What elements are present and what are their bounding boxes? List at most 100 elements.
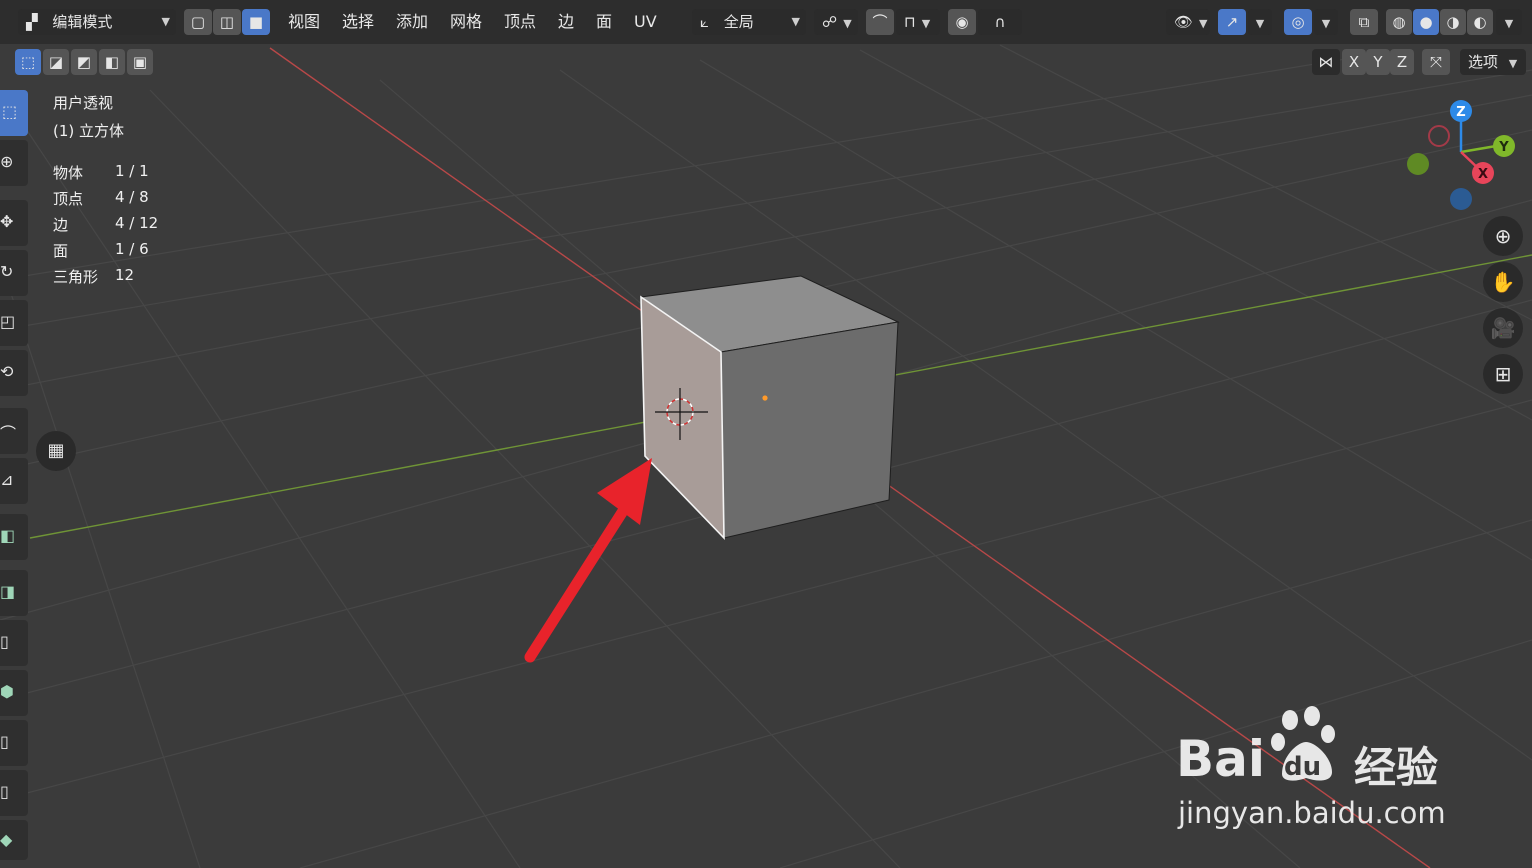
stat-label: 物体 (53, 164, 84, 182)
extrude-tool[interactable]: ◨ (0, 570, 28, 616)
stat-label: 面 (53, 242, 69, 260)
select-invert-mode-button[interactable]: ◧ (99, 49, 125, 75)
stat-row: 边 4 / 12 (53, 214, 158, 235)
chevron-down-icon: ▼ (791, 15, 800, 28)
rotate-tool[interactable]: ↻ (0, 250, 28, 296)
hand-icon: ✋ (1490, 270, 1516, 294)
mirror-z-button[interactable]: Z (1390, 49, 1414, 75)
gizmo-y-label: Y (1498, 140, 1509, 155)
transform-icon: ⟲ (0, 362, 14, 381)
knife-tool[interactable]: ▯ (0, 770, 28, 816)
gizmo-x-label: X (1478, 167, 1488, 182)
chevron-down-icon: ▼ (1321, 17, 1331, 30)
blender-window: ▞ 编辑模式 ▼ ▢ ◫ ■ 视图 选择 添加 网格 顶点 边 面 UV ⟀ 全… (0, 0, 1532, 868)
select-extend-mode-button[interactable]: ◪ (43, 49, 69, 75)
snap-toggle[interactable]: ⌒ (866, 9, 894, 35)
orientation-label: 全局 (723, 13, 754, 31)
select-box-icon: ⬚ (2, 102, 18, 121)
watermark-bai: Bai (1176, 730, 1265, 788)
select-box-tool[interactable]: ⬚ (0, 90, 28, 136)
checker-icon: ▦ (47, 440, 65, 461)
menu-uv[interactable]: UV (634, 9, 657, 35)
annotate-tool[interactable]: ⌒ (0, 408, 28, 454)
visibility-dropdown[interactable]: 👁 ▼ (1166, 9, 1210, 35)
menu-view[interactable]: 视图 (288, 9, 320, 35)
move-tool[interactable]: ✥ (0, 200, 28, 246)
gizmo-dropdown[interactable]: ▼ (1248, 9, 1272, 35)
select-new-mode-button[interactable]: ⬚ (15, 49, 41, 75)
overlays-dropdown[interactable]: ▼ (1314, 9, 1338, 35)
watermark-url: jingyan.baidu.com (1178, 796, 1446, 830)
stat-label: 顶点 (53, 190, 84, 208)
select-intersect-mode-button[interactable]: ▣ (127, 49, 153, 75)
mirror-icon[interactable]: ⋈ (1312, 49, 1340, 75)
bevel-tool[interactable]: ⬢ (0, 670, 28, 716)
stat-value: 4 / 8 (115, 188, 149, 206)
snap-target-dropdown[interactable]: ⊓ ▼ (896, 9, 940, 35)
navigation-gizmo[interactable]: Z Y X (1396, 92, 1526, 217)
zoom-button[interactable]: ⊕ (1483, 216, 1523, 256)
menu-select[interactable]: 选择 (342, 9, 374, 35)
falloff-dropdown[interactable]: ∩ (978, 9, 1022, 35)
mirror-y-button[interactable]: Y (1366, 49, 1390, 75)
measure-tool[interactable]: ⊿ (0, 458, 28, 504)
mode-selector[interactable]: ▞ 编辑模式 ▼ (18, 9, 176, 35)
perspective-toggle-button[interactable]: ⊞ (1483, 354, 1523, 394)
options-dropdown[interactable]: 选项 ▼ (1460, 49, 1526, 75)
loop-cut-tool[interactable]: ▯ (0, 720, 28, 766)
face-select-button[interactable]: ■ (242, 9, 270, 35)
transform-orientation-dropdown[interactable]: ⟀ 全局 ▼ (692, 9, 806, 35)
scale-tool[interactable]: ◰ (0, 300, 28, 346)
gizmo-toggle[interactable]: ↗ (1218, 9, 1246, 35)
select-subtract-mode-button[interactable]: ◩ (71, 49, 97, 75)
chevron-down-icon: ▼ (161, 15, 170, 28)
watermark-du: du (1284, 752, 1322, 782)
mirror-x-button[interactable]: X (1342, 49, 1366, 75)
grid-perspective-icon: ⊞ (1494, 362, 1512, 386)
menu-mesh[interactable]: 网格 (450, 9, 482, 35)
menu-add[interactable]: 添加 (396, 9, 428, 35)
proportional-edit-toggle[interactable]: ◉ (948, 9, 976, 35)
stat-value: 1 / 6 (115, 240, 149, 258)
menu-edge[interactable]: 边 (558, 9, 574, 35)
camera-icon: 🎥 (1490, 316, 1516, 340)
pan-button[interactable]: ✋ (1483, 262, 1523, 302)
xray-toggle[interactable]: ⧉ (1350, 9, 1378, 35)
stat-row: 三角形 12 (53, 266, 134, 287)
poly-build-icon: ◆ (0, 830, 13, 849)
transform-tool[interactable]: ⟲ (0, 350, 28, 396)
measure-icon: ⊿ (0, 470, 14, 489)
poly-build-tool[interactable]: ◆ (0, 820, 28, 860)
gizmo-neg-y (1407, 153, 1429, 175)
overlays-toggle[interactable]: ◎ (1284, 9, 1312, 35)
pivot-point-dropdown[interactable]: ☍ ▼ (814, 9, 858, 35)
move-icon: ✥ (0, 212, 14, 231)
view-name: 用户透视 (53, 94, 114, 112)
vertex-select-button[interactable]: ▢ (184, 9, 212, 35)
camera-view-button[interactable]: 🎥 (1483, 308, 1523, 348)
menu-face[interactable]: 面 (596, 9, 612, 35)
origin-dot (762, 395, 768, 401)
inset-tool[interactable]: ▯ (0, 620, 28, 666)
topology-mirror-icon[interactable]: ⤧ (1422, 49, 1450, 75)
object-name: (1) 立方体 (53, 122, 125, 140)
chevron-down-icon: ▼ (921, 17, 931, 30)
checker-toggle-button[interactable]: ▦ (36, 431, 76, 471)
wireframe-shading-button[interactable]: ◍ (1386, 9, 1412, 35)
loop-cut-icon: ▯ (0, 732, 9, 751)
menu-vertex[interactable]: 顶点 (504, 9, 536, 35)
stat-row: 物体 1 / 1 (53, 162, 149, 183)
edge-select-button[interactable]: ◫ (213, 9, 241, 35)
watermark-jingyan: 经验 (1354, 743, 1439, 792)
tool-header: ⬚ ◪ ◩ ◧ ▣ ⋈ X Y Z ⤧ 选项 ▼ (0, 44, 1532, 78)
cursor-tool[interactable]: ⊕ (0, 140, 28, 186)
shading-dropdown[interactable]: ▼ (1496, 9, 1522, 35)
solid-shading-button[interactable]: ● (1413, 9, 1439, 35)
cube-add-icon: ◧ (0, 526, 16, 545)
material-shading-button[interactable]: ◑ (1440, 9, 1466, 35)
add-cube-tool[interactable]: ◧ (0, 514, 28, 560)
stat-label: 边 (53, 216, 69, 234)
chevron-down-icon: ▼ (1255, 17, 1265, 30)
knife-icon: ▯ (0, 782, 9, 801)
rendered-shading-button[interactable]: ◐ (1467, 9, 1493, 35)
